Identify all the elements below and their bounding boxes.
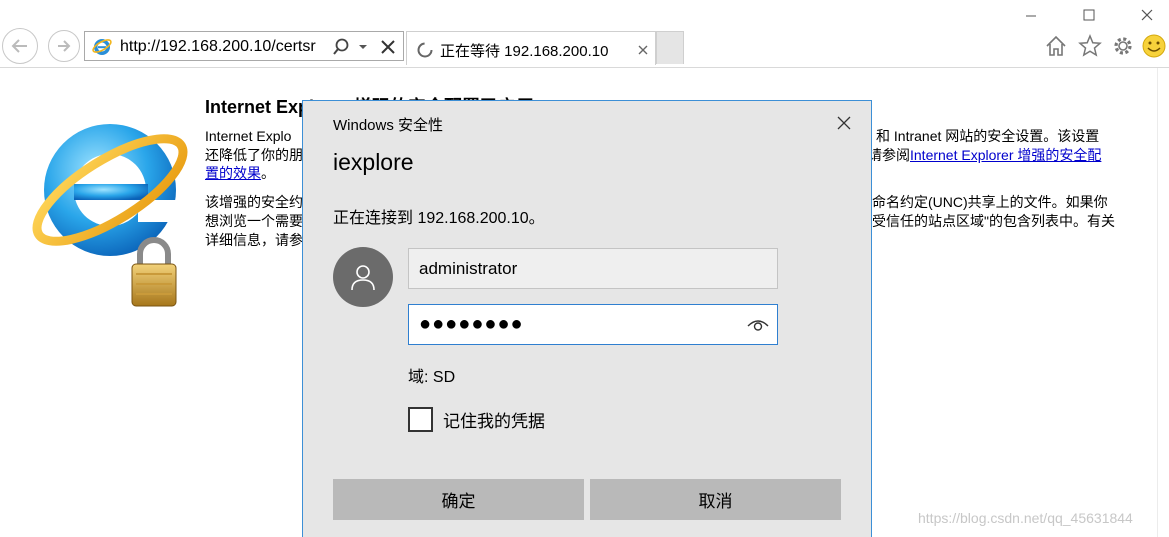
close-icon [1141, 9, 1153, 21]
ok-button[interactable]: 确定 [333, 479, 584, 520]
dialog-caption: Windows 安全性 [333, 117, 444, 134]
minimize-icon [1026, 15, 1036, 17]
dialog-close-button[interactable] [829, 108, 859, 138]
close-window-button[interactable] [1133, 4, 1161, 26]
paragraph-2-line-3: 详细信息，请参 [205, 232, 303, 248]
paragraph-2-line-2-right: 受信任的站点区域"的包含列表中。有关 [872, 213, 1115, 229]
paragraph-1-line-1: Internet Explo [205, 128, 292, 144]
dialog-message: 正在连接到 192.168.200.10。 [333, 210, 545, 227]
ie-security-logo-icon [32, 124, 188, 307]
home-icon [1046, 35, 1066, 56]
address-url[interactable]: http://192.168.200.10/certsr [120, 38, 330, 56]
new-tab-button[interactable] [656, 31, 684, 64]
address-bar[interactable]: http://192.168.200.10/certsr [84, 31, 404, 61]
paragraph-2-line-2: 想浏览一个需要 [205, 213, 303, 229]
credential-dialog: Windows 安全性 iexplore 正在连接到 192.168.200.1… [302, 100, 872, 537]
maximize-icon [1083, 9, 1095, 21]
paragraph-1-end: 。 [261, 165, 275, 181]
tab-close-icon[interactable] [637, 44, 649, 56]
tab-loading[interactable]: 正在等待 192.168.200.10 [406, 31, 656, 65]
password-field[interactable] [408, 304, 778, 345]
paragraph-2-line-1: 该增强的安全约 [205, 194, 303, 210]
arrow-right-icon [58, 40, 71, 52]
remember-credentials-checkbox[interactable] [408, 407, 433, 432]
back-button[interactable] [2, 28, 38, 64]
user-icon [351, 265, 375, 291]
close-icon [837, 116, 851, 130]
remember-credentials-label[interactable]: 记住我的凭据 [443, 407, 545, 432]
reveal-password-button[interactable] [746, 315, 770, 335]
home-button[interactable] [1043, 33, 1069, 59]
paragraph-1-line-3: 置的效果。 [205, 164, 275, 182]
search-icon[interactable] [332, 38, 350, 56]
domain-label: 域: SD [408, 369, 456, 386]
username-field[interactable] [408, 248, 778, 289]
dialog-app-name: iexplore [333, 149, 414, 175]
paragraph-1-see-text: 请参阅 [868, 147, 910, 163]
paragraph-2-line-1-right: 命名约定(UNC)共享上的文件。如果你 [872, 194, 1108, 210]
minimize-button[interactable] [1017, 4, 1045, 26]
forward-button[interactable] [48, 30, 80, 62]
tab-title: 正在等待 192.168.200.10 [440, 43, 609, 60]
cancel-button[interactable]: 取消 [590, 479, 841, 520]
smiley-icon [1142, 34, 1166, 58]
watermark: https://blog.csdn.net/qq_45631844 [918, 510, 1133, 526]
chevron-down-icon[interactable] [358, 43, 368, 51]
favorites-button[interactable] [1077, 33, 1103, 59]
gear-icon [1114, 37, 1132, 55]
feedback-button[interactable] [1141, 33, 1167, 59]
paragraph-1-line-1-right: 和 Intranet 网站的安全设置。该设置 [876, 128, 1100, 144]
page-scrollbar[interactable] [1157, 68, 1169, 537]
paragraph-1-line-2-right: 请参阅Internet Explorer 增强的安全配 [868, 146, 1101, 164]
esc-effects-link-a[interactable]: Internet Explorer 增强的安全配 [910, 147, 1101, 163]
arrow-left-icon [11, 39, 27, 53]
paragraph-1-line-2: 还降低了你的朋 [205, 147, 303, 163]
loading-spinner-icon [417, 42, 433, 58]
stop-icon[interactable] [379, 38, 397, 56]
avatar [333, 247, 393, 307]
star-icon [1078, 34, 1102, 57]
settings-button[interactable] [1110, 33, 1136, 59]
browser-chrome: http://192.168.200.10/certsr 正在等待 192.16… [0, 0, 1169, 68]
eye-icon [747, 320, 769, 331]
ie-page-icon [92, 39, 112, 55]
esc-effects-link-b[interactable]: 置的效果 [205, 165, 261, 181]
maximize-button[interactable] [1075, 4, 1103, 26]
